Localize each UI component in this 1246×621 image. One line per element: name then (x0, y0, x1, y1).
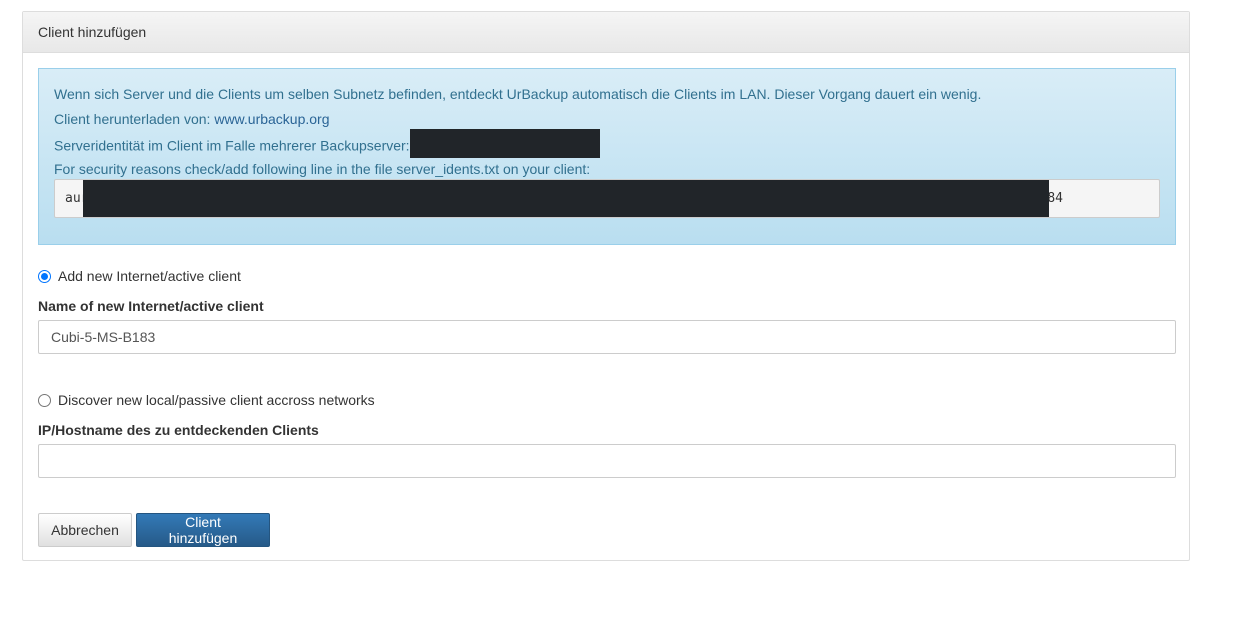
panel-title: Client hinzufügen (23, 12, 1189, 53)
info-alert: Wenn sich Server und die Clients um selb… (38, 68, 1176, 245)
server-identity-info: Serveridentität im Client im Falle mehre… (54, 129, 1160, 161)
subnet-info-text: Wenn sich Server und die Clients um selb… (54, 86, 982, 102)
code-end-text: 84 (1047, 191, 1063, 206)
server-identity-label: Serveridentität im Client im Falle mehre… (54, 137, 410, 154)
redacted-code (83, 180, 1049, 217)
internet-client-option[interactable]: Add new Internet/active client (38, 268, 241, 284)
add-client-button[interactable]: Client hinzufügen (136, 513, 270, 547)
download-label: Client herunterladen von: (54, 111, 215, 127)
internet-client-radio-label: Add new Internet/active client (58, 268, 241, 284)
add-client-panel: Client hinzufügen Wenn sich Server und d… (22, 11, 1190, 561)
download-info: Client herunterladen von: www.urbackup.o… (54, 111, 1160, 136)
redacted-identity (409, 129, 600, 158)
internet-client-name-input[interactable] (38, 320, 1176, 354)
internet-client-radio[interactable] (38, 269, 51, 283)
local-client-option[interactable]: Discover new local/passive client accros… (38, 392, 375, 408)
server-ident-code: aur 84 (54, 179, 1160, 218)
local-client-radio-label: Discover new local/passive client accros… (58, 392, 375, 408)
hostname-input[interactable] (38, 444, 1176, 478)
hostname-label: IP/Hostname des zu entdeckenden Clients (38, 422, 319, 438)
local-client-radio[interactable] (38, 393, 51, 407)
download-link[interactable]: www.urbackup.org (214, 111, 329, 127)
cancel-button[interactable]: Abbrechen (38, 513, 132, 547)
internet-client-name-label: Name of new Internet/active client (38, 298, 264, 314)
